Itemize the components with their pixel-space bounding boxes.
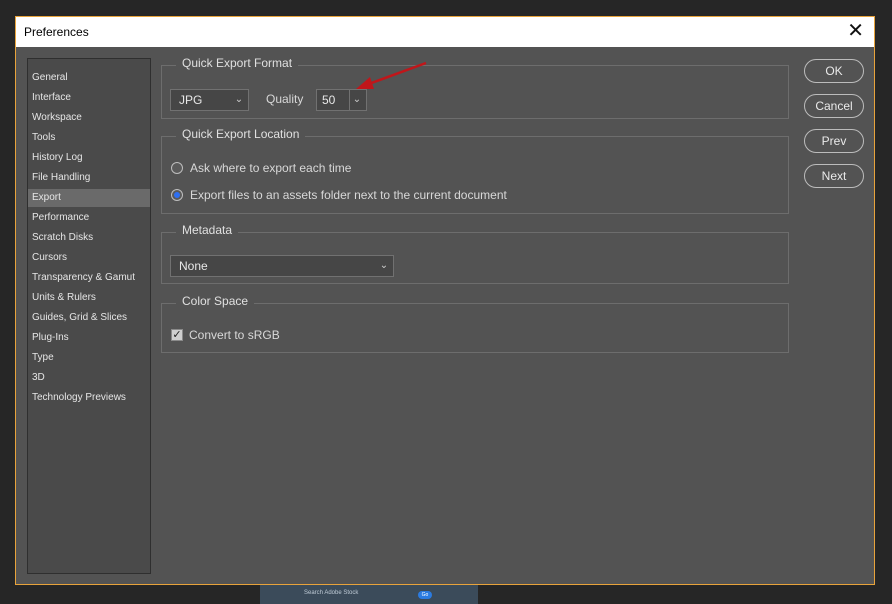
metadata-group: Metadata None ⌄ — [161, 223, 789, 284]
color-space-legend: Color Space — [176, 294, 255, 308]
radio-assets-folder[interactable] — [171, 189, 183, 201]
chevron-down-icon: ⌄ — [234, 94, 244, 105]
sidebar-item-type[interactable]: Type — [28, 349, 150, 367]
sidebar-item-3d[interactable]: 3D — [28, 369, 150, 387]
sidebar-item-units-rulers[interactable]: Units & Rulers — [28, 289, 150, 307]
metadata-value: None — [179, 259, 208, 273]
sidebar: General Interface Workspace Tools Histor… — [27, 58, 151, 574]
sidebar-item-file-handling[interactable]: File Handling — [28, 169, 150, 187]
quick-export-format-legend: Quick Export Format — [176, 56, 299, 70]
radio-ask-each-time[interactable] — [171, 162, 183, 174]
sidebar-item-interface[interactable]: Interface — [28, 89, 150, 107]
option-ask-label[interactable]: Ask where to export each time — [190, 161, 351, 175]
convert-srgb-checkbox[interactable]: ✓ — [171, 329, 183, 341]
cancel-button[interactable]: Cancel — [804, 94, 864, 118]
color-space-group: Color Space ✓ Convert to sRGB — [161, 294, 789, 353]
format-value: JPG — [179, 93, 203, 107]
option-assets-label[interactable]: Export files to an assets folder next to… — [190, 188, 507, 202]
prev-button[interactable]: Prev — [804, 129, 864, 153]
next-button[interactable]: Next — [804, 164, 864, 188]
stock-search-strip: Search Adobe Stock Go — [260, 585, 478, 604]
close-icon[interactable]: ✕ — [847, 21, 864, 41]
annotation-arrow-icon — [356, 61, 427, 89]
quick-export-location-legend: Quick Export Location — [176, 127, 306, 141]
chevron-down-icon: ⌄ — [379, 260, 389, 271]
quick-export-format-group: Quick Export Format JPG ⌄ Quality 50 ⌄ — [161, 56, 789, 119]
metadata-dropdown[interactable]: None ⌄ — [170, 255, 394, 277]
quality-label: Quality — [266, 92, 304, 106]
sidebar-item-scratch-disks[interactable]: Scratch Disks — [28, 229, 150, 247]
preferences-dialog: Preferences ✕ General Interface Workspac… — [15, 16, 875, 585]
go-button[interactable]: Go — [418, 591, 432, 599]
convert-srgb-label[interactable]: Convert to sRGB — [189, 328, 280, 342]
sidebar-item-technology-previews[interactable]: Technology Previews — [28, 389, 150, 407]
format-dropdown[interactable]: JPG ⌄ — [170, 89, 249, 111]
dialog-title: Preferences — [24, 25, 89, 39]
title-bar: Preferences ✕ — [16, 17, 874, 47]
sidebar-item-general[interactable]: General — [28, 69, 150, 87]
sidebar-item-history-log[interactable]: History Log — [28, 149, 150, 167]
quick-export-location-group: Quick Export Location Ask where to expor… — [161, 127, 789, 214]
sidebar-item-workspace[interactable]: Workspace — [28, 109, 150, 127]
sidebar-item-cursors[interactable]: Cursors — [28, 249, 150, 267]
stock-search-input[interactable]: Search Adobe Stock — [304, 590, 358, 596]
ok-button[interactable]: OK — [804, 59, 864, 83]
metadata-legend: Metadata — [176, 223, 239, 237]
quality-value: 50 — [322, 93, 336, 107]
sidebar-item-transparency-gamut[interactable]: Transparency & Gamut — [28, 269, 150, 287]
sidebar-item-plug-ins[interactable]: Plug-Ins — [28, 329, 150, 347]
sidebar-item-guides-grid-slices[interactable]: Guides, Grid & Slices — [28, 309, 150, 327]
sidebar-item-export[interactable]: Export — [28, 189, 150, 207]
sidebar-item-performance[interactable]: Performance — [28, 209, 150, 227]
sidebar-item-tools[interactable]: Tools — [28, 129, 150, 147]
